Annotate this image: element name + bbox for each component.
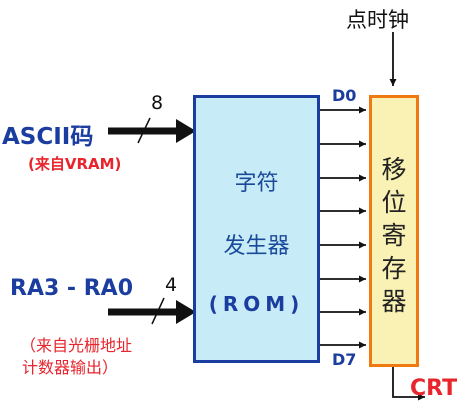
ascii-input-label: ASCII码 <box>2 124 94 150</box>
ascii-bus-width: 8 <box>151 92 164 114</box>
row-address-label: RA3 - RA0 <box>10 276 133 301</box>
row-address-bus-arrow <box>108 297 196 325</box>
rom-label-line3: (ROM) <box>208 292 305 316</box>
row-address-source-line1: （来自光栅地址 <box>20 336 133 355</box>
rom-label-line1: 字符 <box>234 171 279 196</box>
ascii-input-source: (来自VRAM) <box>28 155 122 173</box>
d7-label: D7 <box>332 350 357 369</box>
crt-label: CRT <box>410 376 458 401</box>
shift-register-char-2: 位 <box>381 188 407 217</box>
shift-register-char-5: 器 <box>381 287 407 316</box>
row-address-source-line2: 计数器输出） <box>22 358 119 377</box>
shift-register-char-3: 寄 <box>381 221 407 250</box>
clock-label: 点时钟 <box>346 8 409 32</box>
shift-register-char-4: 存 <box>381 254 407 283</box>
data-lines <box>320 106 366 349</box>
rom-label-line2: 发生器 <box>223 234 290 259</box>
row-bus-width: 4 <box>165 274 178 296</box>
d0-label: D0 <box>332 86 357 105</box>
ascii-bus-arrow <box>108 117 196 144</box>
shift-register-char-1: 移 <box>381 155 407 184</box>
